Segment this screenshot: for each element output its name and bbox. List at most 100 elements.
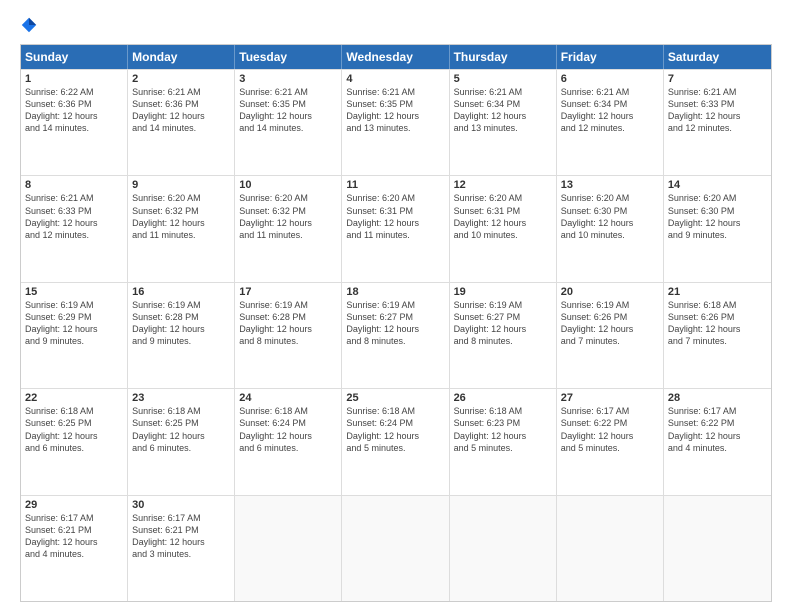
calendar-header: SundayMondayTuesdayWednesdayThursdayFrid… bbox=[21, 45, 771, 69]
calendar-cell: 18Sunrise: 6:19 AMSunset: 6:27 PMDayligh… bbox=[342, 283, 449, 388]
header-day-thursday: Thursday bbox=[450, 45, 557, 69]
calendar-cell: 14Sunrise: 6:20 AMSunset: 6:30 PMDayligh… bbox=[664, 176, 771, 281]
cell-info: Sunrise: 6:21 AMSunset: 6:36 PMDaylight:… bbox=[132, 86, 230, 135]
cell-info: Sunrise: 6:20 AMSunset: 6:30 PMDaylight:… bbox=[668, 192, 767, 241]
day-number: 17 bbox=[239, 286, 337, 298]
day-number: 29 bbox=[25, 499, 123, 511]
calendar-cell: 20Sunrise: 6:19 AMSunset: 6:26 PMDayligh… bbox=[557, 283, 664, 388]
calendar-cell: 12Sunrise: 6:20 AMSunset: 6:31 PMDayligh… bbox=[450, 176, 557, 281]
calendar-body: 1Sunrise: 6:22 AMSunset: 6:36 PMDaylight… bbox=[21, 69, 771, 601]
calendar-cell: 19Sunrise: 6:19 AMSunset: 6:27 PMDayligh… bbox=[450, 283, 557, 388]
cell-info: Sunrise: 6:20 AMSunset: 6:31 PMDaylight:… bbox=[346, 192, 444, 241]
calendar-cell: 15Sunrise: 6:19 AMSunset: 6:29 PMDayligh… bbox=[21, 283, 128, 388]
calendar-cell: 16Sunrise: 6:19 AMSunset: 6:28 PMDayligh… bbox=[128, 283, 235, 388]
calendar-cell: 13Sunrise: 6:20 AMSunset: 6:30 PMDayligh… bbox=[557, 176, 664, 281]
cell-info: Sunrise: 6:18 AMSunset: 6:24 PMDaylight:… bbox=[239, 405, 337, 454]
day-number: 6 bbox=[561, 73, 659, 85]
day-number: 27 bbox=[561, 392, 659, 404]
day-number: 15 bbox=[25, 286, 123, 298]
cell-info: Sunrise: 6:18 AMSunset: 6:24 PMDaylight:… bbox=[346, 405, 444, 454]
cell-info: Sunrise: 6:19 AMSunset: 6:27 PMDaylight:… bbox=[454, 299, 552, 348]
header-day-wednesday: Wednesday bbox=[342, 45, 449, 69]
day-number: 24 bbox=[239, 392, 337, 404]
page: SundayMondayTuesdayWednesdayThursdayFrid… bbox=[0, 0, 792, 612]
cell-info: Sunrise: 6:21 AMSunset: 6:34 PMDaylight:… bbox=[561, 86, 659, 135]
header-day-monday: Monday bbox=[128, 45, 235, 69]
header bbox=[20, 16, 772, 34]
calendar-cell: 8Sunrise: 6:21 AMSunset: 6:33 PMDaylight… bbox=[21, 176, 128, 281]
day-number: 20 bbox=[561, 286, 659, 298]
cell-info: Sunrise: 6:18 AMSunset: 6:25 PMDaylight:… bbox=[132, 405, 230, 454]
cell-info: Sunrise: 6:19 AMSunset: 6:26 PMDaylight:… bbox=[561, 299, 659, 348]
calendar-week-5: 29Sunrise: 6:17 AMSunset: 6:21 PMDayligh… bbox=[21, 495, 771, 601]
calendar-cell: 26Sunrise: 6:18 AMSunset: 6:23 PMDayligh… bbox=[450, 389, 557, 494]
calendar-cell: 10Sunrise: 6:20 AMSunset: 6:32 PMDayligh… bbox=[235, 176, 342, 281]
cell-info: Sunrise: 6:18 AMSunset: 6:25 PMDaylight:… bbox=[25, 405, 123, 454]
calendar-week-1: 1Sunrise: 6:22 AMSunset: 6:36 PMDaylight… bbox=[21, 69, 771, 175]
calendar-cell: 2Sunrise: 6:21 AMSunset: 6:36 PMDaylight… bbox=[128, 70, 235, 175]
calendar-cell bbox=[664, 496, 771, 601]
cell-info: Sunrise: 6:20 AMSunset: 6:30 PMDaylight:… bbox=[561, 192, 659, 241]
cell-info: Sunrise: 6:20 AMSunset: 6:32 PMDaylight:… bbox=[132, 192, 230, 241]
day-number: 11 bbox=[346, 179, 444, 191]
day-number: 5 bbox=[454, 73, 552, 85]
cell-info: Sunrise: 6:20 AMSunset: 6:31 PMDaylight:… bbox=[454, 192, 552, 241]
calendar-cell: 24Sunrise: 6:18 AMSunset: 6:24 PMDayligh… bbox=[235, 389, 342, 494]
calendar-cell: 9Sunrise: 6:20 AMSunset: 6:32 PMDaylight… bbox=[128, 176, 235, 281]
cell-info: Sunrise: 6:18 AMSunset: 6:26 PMDaylight:… bbox=[668, 299, 767, 348]
calendar-cell: 25Sunrise: 6:18 AMSunset: 6:24 PMDayligh… bbox=[342, 389, 449, 494]
day-number: 10 bbox=[239, 179, 337, 191]
cell-info: Sunrise: 6:17 AMSunset: 6:22 PMDaylight:… bbox=[668, 405, 767, 454]
calendar-cell: 30Sunrise: 6:17 AMSunset: 6:21 PMDayligh… bbox=[128, 496, 235, 601]
day-number: 25 bbox=[346, 392, 444, 404]
calendar-cell: 11Sunrise: 6:20 AMSunset: 6:31 PMDayligh… bbox=[342, 176, 449, 281]
calendar-cell: 17Sunrise: 6:19 AMSunset: 6:28 PMDayligh… bbox=[235, 283, 342, 388]
cell-info: Sunrise: 6:19 AMSunset: 6:27 PMDaylight:… bbox=[346, 299, 444, 348]
day-number: 26 bbox=[454, 392, 552, 404]
cell-info: Sunrise: 6:18 AMSunset: 6:23 PMDaylight:… bbox=[454, 405, 552, 454]
calendar-cell: 27Sunrise: 6:17 AMSunset: 6:22 PMDayligh… bbox=[557, 389, 664, 494]
day-number: 23 bbox=[132, 392, 230, 404]
day-number: 12 bbox=[454, 179, 552, 191]
day-number: 22 bbox=[25, 392, 123, 404]
calendar-week-2: 8Sunrise: 6:21 AMSunset: 6:33 PMDaylight… bbox=[21, 175, 771, 281]
calendar-cell: 21Sunrise: 6:18 AMSunset: 6:26 PMDayligh… bbox=[664, 283, 771, 388]
day-number: 1 bbox=[25, 73, 123, 85]
day-number: 14 bbox=[668, 179, 767, 191]
calendar-cell bbox=[450, 496, 557, 601]
logo bbox=[20, 16, 42, 34]
calendar-cell: 22Sunrise: 6:18 AMSunset: 6:25 PMDayligh… bbox=[21, 389, 128, 494]
calendar-cell bbox=[342, 496, 449, 601]
calendar-cell bbox=[557, 496, 664, 601]
header-day-saturday: Saturday bbox=[664, 45, 771, 69]
calendar-cell: 4Sunrise: 6:21 AMSunset: 6:35 PMDaylight… bbox=[342, 70, 449, 175]
logo-icon bbox=[20, 16, 38, 34]
day-number: 2 bbox=[132, 73, 230, 85]
cell-info: Sunrise: 6:17 AMSunset: 6:21 PMDaylight:… bbox=[132, 512, 230, 561]
cell-info: Sunrise: 6:21 AMSunset: 6:35 PMDaylight:… bbox=[239, 86, 337, 135]
day-number: 3 bbox=[239, 73, 337, 85]
cell-info: Sunrise: 6:17 AMSunset: 6:22 PMDaylight:… bbox=[561, 405, 659, 454]
calendar-cell: 7Sunrise: 6:21 AMSunset: 6:33 PMDaylight… bbox=[664, 70, 771, 175]
cell-info: Sunrise: 6:20 AMSunset: 6:32 PMDaylight:… bbox=[239, 192, 337, 241]
calendar-cell: 23Sunrise: 6:18 AMSunset: 6:25 PMDayligh… bbox=[128, 389, 235, 494]
calendar-week-4: 22Sunrise: 6:18 AMSunset: 6:25 PMDayligh… bbox=[21, 388, 771, 494]
calendar-cell: 6Sunrise: 6:21 AMSunset: 6:34 PMDaylight… bbox=[557, 70, 664, 175]
cell-info: Sunrise: 6:22 AMSunset: 6:36 PMDaylight:… bbox=[25, 86, 123, 135]
day-number: 13 bbox=[561, 179, 659, 191]
day-number: 7 bbox=[668, 73, 767, 85]
cell-info: Sunrise: 6:17 AMSunset: 6:21 PMDaylight:… bbox=[25, 512, 123, 561]
cell-info: Sunrise: 6:19 AMSunset: 6:28 PMDaylight:… bbox=[132, 299, 230, 348]
day-number: 19 bbox=[454, 286, 552, 298]
cell-info: Sunrise: 6:19 AMSunset: 6:29 PMDaylight:… bbox=[25, 299, 123, 348]
header-day-tuesday: Tuesday bbox=[235, 45, 342, 69]
calendar: SundayMondayTuesdayWednesdayThursdayFrid… bbox=[20, 44, 772, 602]
calendar-cell: 1Sunrise: 6:22 AMSunset: 6:36 PMDaylight… bbox=[21, 70, 128, 175]
day-number: 21 bbox=[668, 286, 767, 298]
cell-info: Sunrise: 6:21 AMSunset: 6:33 PMDaylight:… bbox=[25, 192, 123, 241]
day-number: 30 bbox=[132, 499, 230, 511]
day-number: 16 bbox=[132, 286, 230, 298]
calendar-cell: 28Sunrise: 6:17 AMSunset: 6:22 PMDayligh… bbox=[664, 389, 771, 494]
cell-info: Sunrise: 6:21 AMSunset: 6:35 PMDaylight:… bbox=[346, 86, 444, 135]
day-number: 8 bbox=[25, 179, 123, 191]
